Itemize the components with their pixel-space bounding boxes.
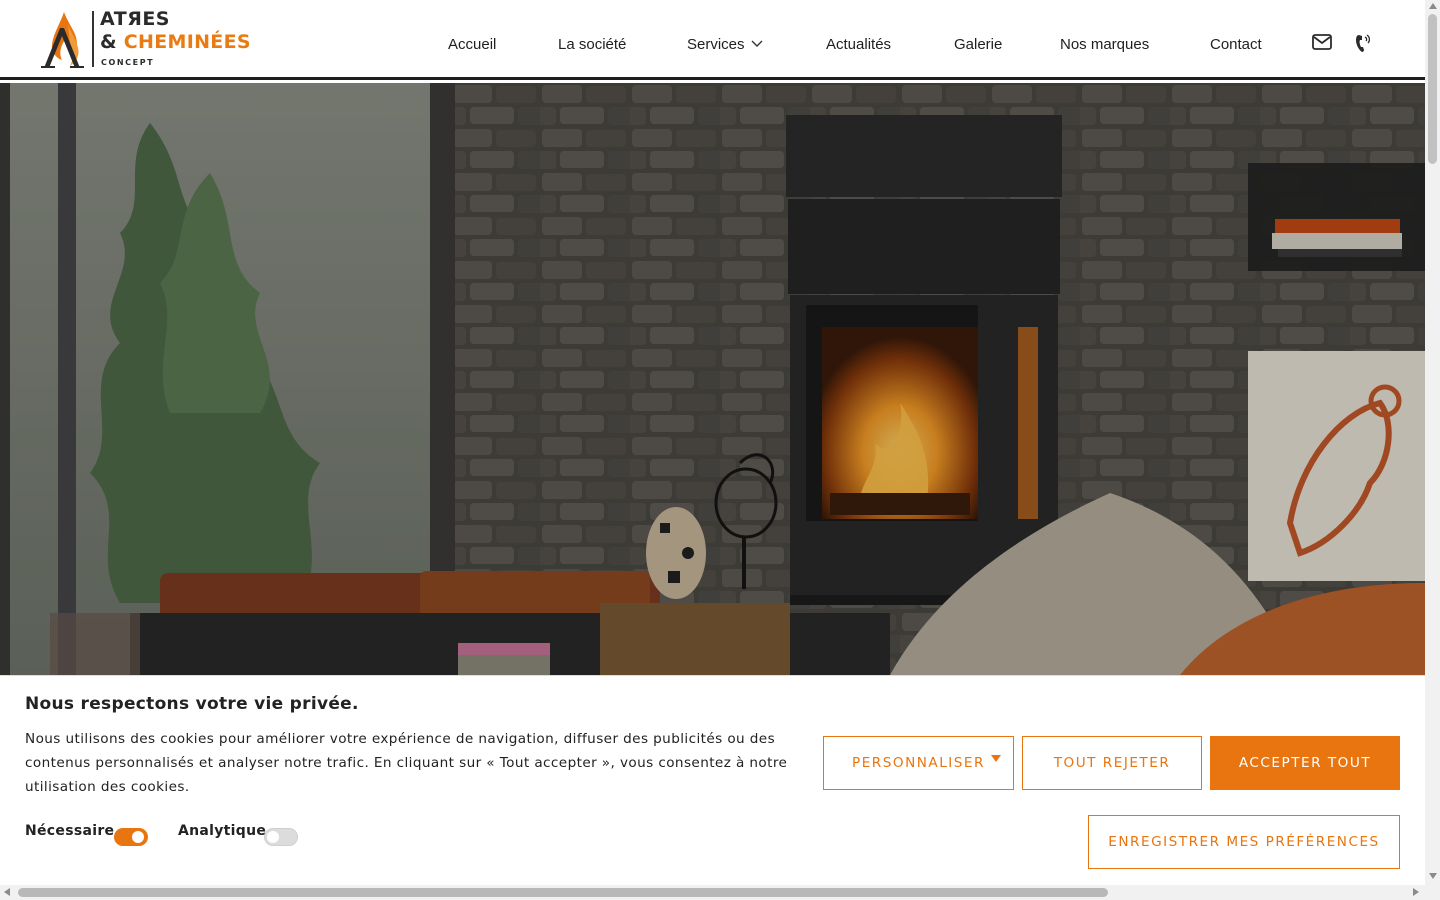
- site-header: ATЯES & CHEMINÉES CONCEPT Accueil La soc…: [0, 0, 1425, 80]
- scroll-left-arrow-icon[interactable]: [4, 888, 10, 896]
- nav-item-services[interactable]: Services: [687, 36, 763, 54]
- horizontal-scroll-thumb[interactable]: [18, 888, 1108, 897]
- nav-item-actualites[interactable]: Actualités: [826, 36, 891, 54]
- cookie-banner: Nous respectons votre vie privée. Nous u…: [0, 675, 1425, 885]
- analytique-toggle[interactable]: [264, 828, 298, 846]
- phone-icon[interactable]: [1354, 33, 1372, 53]
- cookie-title: Nous respectons votre vie privée.: [25, 694, 359, 714]
- flame-a-logo-icon: [41, 12, 84, 68]
- toggle-knob: [267, 831, 279, 843]
- necessaire-toggle[interactable]: [114, 828, 148, 846]
- toggle-knob: [132, 831, 144, 843]
- nav-item-services-label: Services: [687, 36, 745, 53]
- hero-image: [0, 83, 1425, 675]
- save-preferences-button[interactable]: ENREGISTRER MES PRÉFÉRENCES: [1088, 815, 1400, 869]
- accept-all-button[interactable]: ACCEPTER TOUT: [1210, 736, 1400, 790]
- logo-divider: [92, 11, 94, 67]
- vertical-scrollbar[interactable]: [1425, 0, 1440, 885]
- customize-button[interactable]: PERSONNALISER: [823, 736, 1014, 790]
- horizontal-scrollbar[interactable]: [0, 885, 1425, 900]
- nav-item-la-societe[interactable]: La société: [558, 36, 626, 54]
- vertical-scroll-thumb[interactable]: [1428, 14, 1437, 164]
- reject-all-button[interactable]: TOUT REJETER: [1022, 736, 1202, 790]
- nav-item-galerie[interactable]: Galerie: [954, 36, 1002, 54]
- hero-living-room-illustration: [0, 83, 1425, 675]
- nav-item-accueil[interactable]: Accueil: [448, 36, 496, 54]
- scroll-right-arrow-icon[interactable]: [1413, 888, 1419, 896]
- mail-icon[interactable]: [1312, 33, 1332, 51]
- nav-item-nos-marques[interactable]: Nos marques: [1060, 36, 1149, 54]
- logo-line-2-accent: CHEMINÉES: [123, 31, 251, 53]
- site-logo[interactable]: ATЯES & CHEMINÉES CONCEPT: [40, 8, 251, 72]
- scrollbar-corner: [1425, 885, 1440, 900]
- caret-down-icon: [991, 755, 1001, 762]
- scroll-down-arrow-icon[interactable]: [1429, 873, 1437, 879]
- cookie-description: Nous utilisons des cookies pour améliore…: [25, 731, 788, 795]
- logo-line-2-prefix: &: [100, 31, 124, 53]
- chevron-down-icon: [751, 40, 763, 47]
- toggle-label-necessaire: Nécessaire: [25, 823, 115, 839]
- customize-button-label: PERSONNALISER: [852, 755, 985, 771]
- scroll-up-arrow-icon[interactable]: [1429, 3, 1437, 9]
- toggle-label-analytique: Analytique: [178, 823, 267, 839]
- logo-line-3: CONCEPT: [101, 58, 155, 67]
- nav-item-contact[interactable]: Contact: [1210, 36, 1262, 54]
- logo-line-2: & CHEMINÉES: [100, 31, 251, 53]
- logo-line-1: ATЯES: [100, 8, 170, 30]
